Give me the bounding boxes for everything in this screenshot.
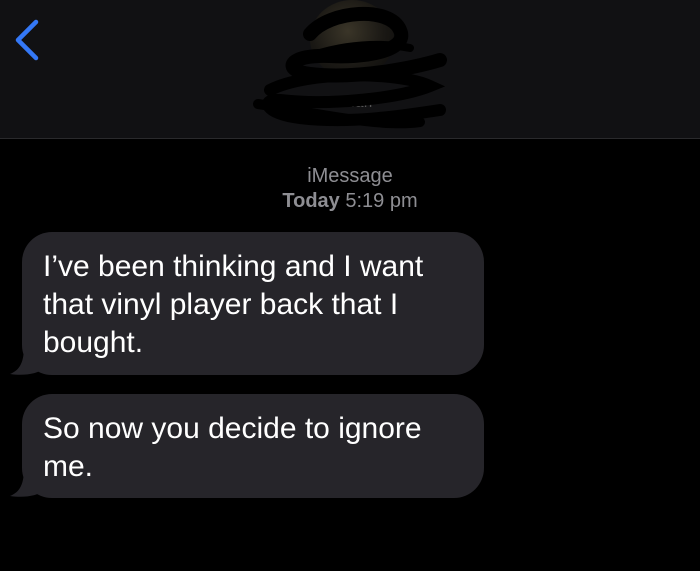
contact-info[interactable]: Hannah [250, 0, 450, 132]
message-bubble-incoming[interactable]: So now you decide to ignore me. [22, 394, 484, 498]
message-text: I’ve been thinking and I want that vinyl… [43, 250, 424, 359]
chevron-left-icon [15, 19, 39, 61]
redaction-scribble [253, 6, 447, 129]
conversation-header: Hannah [0, 0, 700, 139]
service-label: iMessage [307, 165, 393, 187]
bubble-tail [10, 468, 44, 497]
messages-screen: Hannah iMessage Today 5:19 pm I’ve been … [0, 0, 700, 571]
message-bubble-incoming[interactable]: I’ve been thinking and I want that vinyl… [22, 232, 484, 375]
back-button[interactable] [8, 14, 48, 64]
timestamp-time: 5:19 pm [345, 190, 418, 212]
bubble-tail [10, 346, 44, 375]
thread-timestamp: iMessage Today 5:19 pm [0, 164, 700, 214]
timestamp: Today 5:19 pm [0, 189, 700, 214]
timestamp-day: Today [282, 190, 340, 212]
message-text: So now you decide to ignore me. [43, 412, 422, 483]
